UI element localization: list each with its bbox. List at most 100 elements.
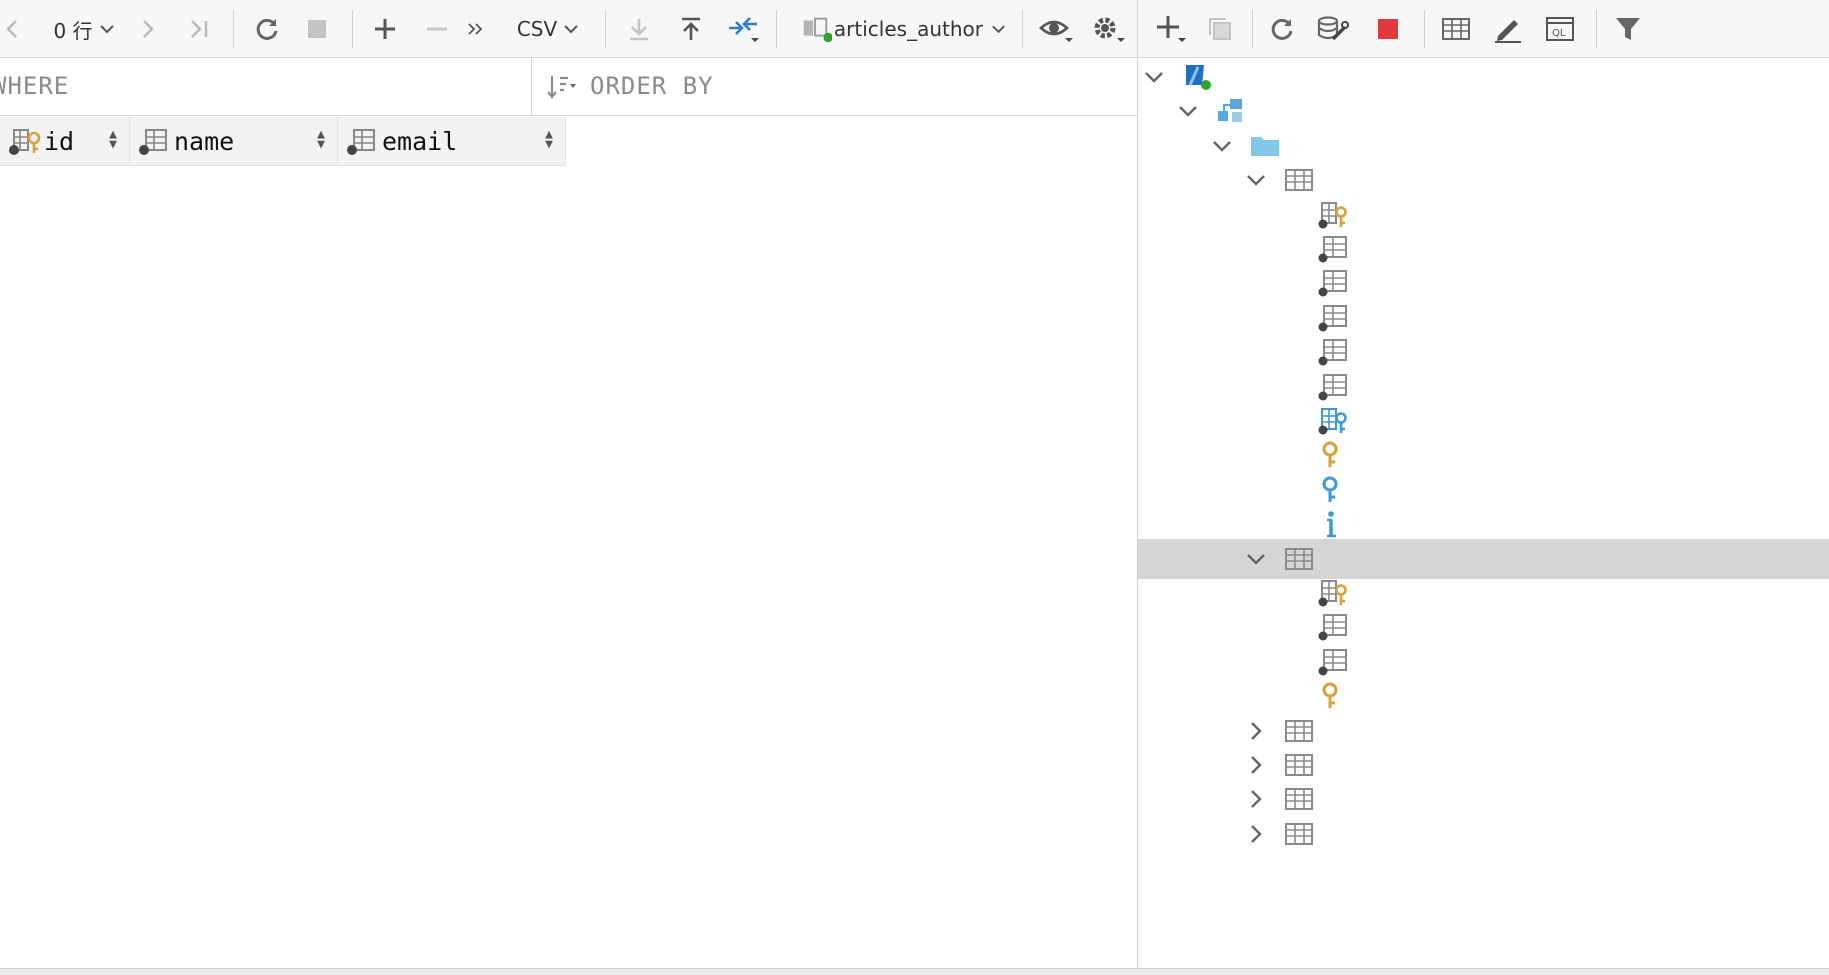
filter-bar: WHERE ORDER BY bbox=[0, 58, 1137, 116]
column-header-id[interactable]: id ▲ ▼ bbox=[0, 117, 130, 166]
import-button[interactable] bbox=[622, 11, 656, 47]
chevron-down-icon[interactable] bbox=[1244, 168, 1268, 192]
column-icon bbox=[1318, 304, 1348, 332]
sort-arrows-icon[interactable]: ▲ ▼ bbox=[317, 128, 325, 151]
table-editor-button[interactable] bbox=[1436, 11, 1476, 47]
table-icon bbox=[1284, 785, 1314, 813]
plus-icon bbox=[1157, 16, 1186, 42]
index-icon bbox=[1318, 510, 1348, 538]
eye-icon bbox=[1039, 20, 1073, 42]
add-row-button[interactable] bbox=[368, 11, 402, 47]
sort-arrows-icon[interactable]: ▲ ▼ bbox=[545, 128, 553, 151]
sort-arrows-icon[interactable]: ▲ ▼ bbox=[109, 128, 117, 151]
download-icon bbox=[630, 19, 648, 41]
next-page-button[interactable] bbox=[136, 11, 160, 47]
chevron-right-icon[interactable] bbox=[1244, 787, 1268, 811]
refresh-icon bbox=[256, 18, 278, 40]
filter-funnel-icon bbox=[1616, 18, 1640, 40]
new-datasource-button[interactable] bbox=[1152, 11, 1192, 47]
schema-icon bbox=[1216, 97, 1246, 125]
duplicate-button[interactable] bbox=[1202, 11, 1238, 47]
row-count-dropdown[interactable]: 0 行 bbox=[44, 11, 124, 47]
column-icon bbox=[139, 129, 167, 155]
database-explorer-pane: QL bbox=[1138, 0, 1829, 968]
where-filter-input[interactable]: WHERE bbox=[0, 58, 532, 116]
folder-icon bbox=[1250, 132, 1280, 160]
stop-button[interactable] bbox=[1370, 11, 1406, 47]
refresh-button[interactable] bbox=[1264, 11, 1300, 47]
primary-key-column-icon bbox=[1318, 201, 1348, 229]
table-icon bbox=[1284, 751, 1314, 779]
chevron-down-icon[interactable] bbox=[1244, 547, 1268, 571]
minus-icon bbox=[427, 27, 447, 31]
previous-page-button[interactable] bbox=[0, 11, 24, 47]
column-header-label: email bbox=[382, 127, 458, 156]
order-by-label: ORDER BY bbox=[590, 72, 714, 100]
plus-icon bbox=[375, 19, 395, 39]
more-actions-button[interactable] bbox=[462, 11, 488, 47]
table-selector-label: articles_author bbox=[833, 17, 983, 41]
edit-button[interactable] bbox=[1488, 11, 1528, 47]
double-chevron-right-icon bbox=[468, 23, 483, 35]
column-icon bbox=[1318, 235, 1348, 263]
chevron-right-icon[interactable] bbox=[1244, 822, 1268, 846]
filter-button[interactable] bbox=[1608, 11, 1648, 47]
foreign-key-icon bbox=[1318, 476, 1348, 504]
column-icon bbox=[1318, 269, 1348, 297]
toolbar-separator bbox=[1252, 10, 1253, 48]
where-label: WHERE bbox=[0, 72, 70, 100]
toolbar-separator bbox=[1022, 10, 1023, 48]
chevron-down-icon[interactable] bbox=[1176, 99, 1200, 123]
primary-key-column-icon bbox=[9, 129, 41, 155]
gear-icon bbox=[1094, 17, 1125, 42]
chevron-down-icon bbox=[992, 25, 1005, 34]
key-icon bbox=[1318, 682, 1348, 710]
status-bar bbox=[0, 968, 1829, 975]
view-mode-button[interactable] bbox=[1036, 11, 1076, 47]
stop-icon bbox=[1378, 19, 1398, 39]
sort-order-icon bbox=[547, 76, 576, 99]
upload-button[interactable] bbox=[674, 11, 708, 47]
toolbar-separator bbox=[1596, 10, 1597, 48]
sql-console-icon: QL bbox=[1546, 17, 1574, 41]
stop-button[interactable] bbox=[302, 11, 332, 47]
table-icon bbox=[1284, 545, 1314, 573]
toolbar-separator bbox=[352, 10, 353, 48]
sqlite-db-icon bbox=[1182, 63, 1212, 91]
pencil-icon bbox=[1495, 20, 1521, 43]
chevron-down-icon[interactable] bbox=[1142, 65, 1166, 89]
column-icon bbox=[347, 129, 375, 155]
export-format-dropdown[interactable]: CSV bbox=[510, 11, 586, 47]
foreign-key-column-icon bbox=[1318, 407, 1348, 435]
delete-row-button[interactable] bbox=[420, 11, 454, 47]
table-connection-icon bbox=[803, 17, 832, 43]
refresh-button[interactable] bbox=[250, 11, 284, 47]
database-explorer-toolbar: QL bbox=[1138, 0, 1829, 58]
column-header-email[interactable]: email ▲ ▼ bbox=[338, 117, 566, 166]
svg-text:QL: QL bbox=[1552, 28, 1566, 39]
table-icon bbox=[1284, 717, 1314, 745]
copy-icon bbox=[1209, 18, 1231, 40]
settings-button[interactable] bbox=[1088, 11, 1128, 47]
chevron-right-icon[interactable] bbox=[1244, 753, 1268, 777]
chevron-right-icon[interactable] bbox=[1244, 719, 1268, 743]
datasource-properties-button[interactable] bbox=[1314, 11, 1352, 47]
column-icon bbox=[1318, 373, 1348, 401]
refresh-icon bbox=[1271, 18, 1293, 40]
tree-node-table[interactable] bbox=[1138, 814, 1829, 854]
primary-key-column-icon bbox=[1318, 579, 1348, 607]
chevron-down-icon bbox=[564, 25, 578, 34]
chevron-down-icon[interactable] bbox=[1210, 134, 1234, 158]
data-editor-pane: 0 行 CSV articles_author HERE ORDER BY id… bbox=[0, 0, 1137, 968]
column-icon bbox=[1318, 648, 1348, 676]
column-header-name[interactable]: name ▲ ▼ bbox=[130, 117, 338, 166]
table-icon bbox=[1284, 820, 1314, 848]
query-console-button[interactable]: QL bbox=[1540, 11, 1580, 47]
order-by-input[interactable]: ORDER BY bbox=[532, 58, 1137, 116]
table-icon bbox=[1284, 166, 1314, 194]
column-header-label: name bbox=[174, 127, 235, 156]
column-icon bbox=[1318, 613, 1348, 641]
compare-button[interactable] bbox=[724, 11, 764, 47]
last-page-button[interactable] bbox=[186, 11, 214, 47]
table-selector-dropdown[interactable]: articles_author bbox=[800, 11, 1006, 47]
